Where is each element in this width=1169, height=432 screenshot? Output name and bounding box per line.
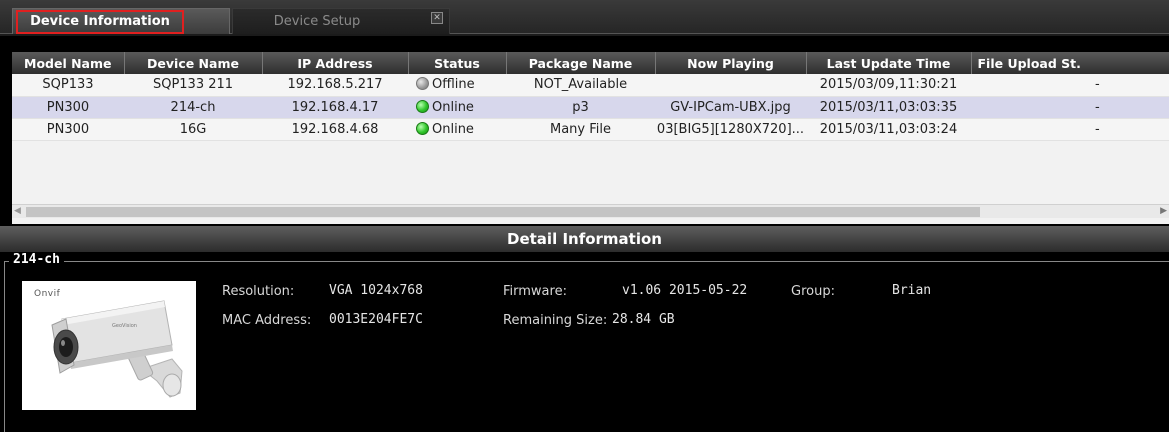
cell-now-playing: 03[BIG5][1280X720]...	[655, 118, 806, 141]
detail-information-header: Detail Information	[0, 226, 1169, 252]
cell-last-update-time: 2015/03/09,11:30:21	[806, 74, 971, 97]
arrow-left-icon[interactable]: ◀	[14, 206, 21, 216]
scrollbar-thumb[interactable]	[26, 207, 980, 217]
cell-file-upload-status: -	[971, 118, 1169, 141]
tab-device-information-label: Device Information	[16, 9, 184, 34]
cell-model-name: PN300	[12, 118, 124, 141]
cell-status: Offline	[408, 74, 506, 97]
column-header-device-name[interactable]: Device Name	[124, 52, 263, 74]
svg-text:GeoVision: GeoVision	[112, 323, 137, 329]
cell-device-name: SQP133 211	[124, 74, 262, 97]
group-value: Brian	[892, 283, 932, 298]
table-header-row: Model Name Device Name IP Address Status…	[12, 52, 1169, 74]
remaining-size-label: Remaining Size:	[503, 313, 608, 328]
cell-model-name: PN300	[12, 96, 124, 119]
cell-file-upload-status: -	[971, 96, 1169, 119]
group-label: Group:	[791, 284, 835, 299]
status-text: Online	[432, 121, 474, 137]
cell-last-update-time: 2015/03/11,03:03:24	[806, 118, 971, 141]
cell-ip-address: 192.168.4.17	[262, 96, 408, 119]
cell-ip-address: 192.168.5.217	[262, 74, 408, 97]
firmware-value: v1.06 2015-05-22	[622, 283, 748, 298]
close-icon[interactable]: ✕	[431, 12, 443, 24]
cell-now-playing: GV-IPCam-UBX.jpg	[655, 96, 806, 119]
remaining-size-value: 28.84 GB	[612, 312, 675, 327]
column-header-last-update-time[interactable]: Last Update Time	[806, 52, 972, 74]
column-header-model-name[interactable]: Model Name	[12, 52, 125, 74]
column-header-status[interactable]: Status	[408, 52, 507, 74]
device-photo: Onvif GeoVision	[22, 281, 196, 410]
green-dot-icon	[416, 121, 429, 135]
column-header-now-playing[interactable]: Now Playing	[655, 52, 807, 74]
device-table: Model Name Device Name IP Address Status…	[12, 52, 1169, 224]
table-row-selected[interactable]: PN300 214-ch 192.168.4.17 Online p3 GV-I…	[12, 96, 1169, 119]
mac-address-label: MAC Address:	[222, 313, 312, 328]
column-header-ip-address[interactable]: IP Address	[262, 52, 409, 74]
firmware-label: Firmware:	[503, 284, 567, 299]
cell-model-name: SQP133	[12, 74, 124, 97]
mac-address-value: 0013E204FE7C	[329, 312, 423, 327]
cell-status: Online	[408, 96, 506, 119]
cell-package-name: Many File	[506, 118, 655, 141]
gray-dot-icon	[416, 77, 429, 91]
cell-device-name: 16G	[124, 118, 262, 141]
detail-device-name: 214-ch	[9, 252, 64, 267]
tab-device-information[interactable]: Device Information	[12, 8, 230, 34]
camera-image: GeoVision	[51, 300, 183, 398]
resolution-label: Resolution:	[222, 284, 295, 299]
onvif-logo: Onvif	[34, 289, 61, 299]
horizontal-scrollbar[interactable]: ◀ ▶	[12, 204, 1169, 218]
cell-package-name: NOT_Available	[506, 74, 655, 97]
table-row[interactable]: PN300 16G 192.168.4.68 Online Many File …	[12, 118, 1169, 141]
table-row[interactable]: SQP133 SQP133 211 192.168.5.217 Offline …	[12, 74, 1169, 97]
cell-file-upload-status: -	[971, 74, 1169, 97]
cell-package-name: p3	[506, 96, 655, 119]
cell-now-playing	[655, 74, 806, 97]
tab-device-setup[interactable]: Device Setup ✕	[232, 8, 450, 34]
column-header-package-name[interactable]: Package Name	[506, 52, 656, 74]
resolution-value: VGA 1024x768	[329, 283, 423, 298]
green-dot-icon	[416, 99, 429, 113]
status-text: Online	[432, 99, 474, 115]
tab-device-setup-label: Device Setup	[273, 14, 361, 29]
status-text: Offline	[432, 77, 475, 93]
tab-bar: Device Information Device Setup ✕	[0, 0, 1169, 36]
arrow-right-icon[interactable]: ▶	[1160, 206, 1167, 216]
cell-device-name: 214-ch	[124, 96, 262, 119]
column-header-file-upload-status[interactable]: File Upload St.	[971, 52, 1169, 74]
cell-ip-address: 192.168.4.68	[262, 118, 408, 141]
cell-status: Online	[408, 118, 506, 141]
cell-last-update-time: 2015/03/11,03:03:35	[806, 96, 971, 119]
